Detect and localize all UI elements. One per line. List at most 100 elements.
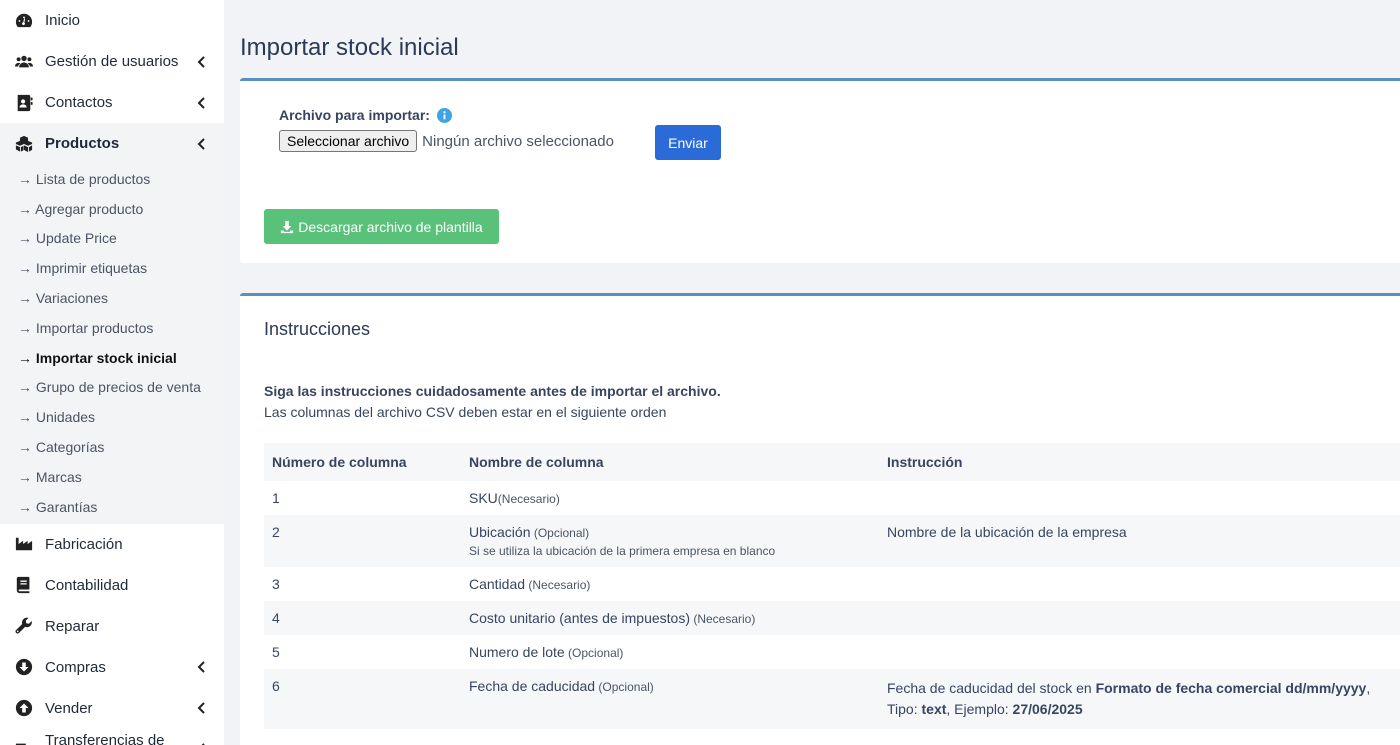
submenu-item[interactable]: → Grupo de precios de venta [0, 373, 224, 403]
cell-number: 2 [264, 515, 461, 567]
submenu-item[interactable]: → Update Price [0, 224, 224, 254]
download-icon [281, 220, 294, 233]
cell-name: Cantidad (Necesario) [461, 567, 879, 601]
book-icon [15, 576, 33, 594]
column-hint: Si se utiliza la ubicación de la primera… [469, 544, 776, 558]
submenu-item[interactable]: → Unidades [0, 402, 224, 432]
table-row: 5 Numero de lote (Opcional) [264, 635, 1400, 669]
table-row: 1 SKU(Necesario) [264, 481, 1400, 515]
cell-instruction [879, 567, 1400, 601]
upload-card: Archivo para importar: Seleccionar archi… [240, 78, 1400, 263]
submenu-item[interactable]: → Agregar producto [0, 194, 224, 224]
sidebar-item-purchases[interactable]: Compras [0, 647, 224, 688]
cell-name: Ubicación (Opcional) Si se utiliza la ubi… [461, 515, 879, 567]
sidebar-item-label: Transferencias de stock [45, 732, 165, 745]
column-name: Cantidad [469, 576, 526, 592]
submenu-item[interactable]: → Garantías [0, 492, 224, 522]
file-label: Archivo para importar: [279, 107, 452, 123]
choose-file-button[interactable]: Seleccionar archivo [279, 130, 418, 152]
sidebar: Inicio Gestión de usuarios Contactos Pro… [0, 0, 224, 745]
industry-icon [15, 535, 33, 553]
table-row: 6 Fecha de caducidad (Opcional) Fecha de… [264, 669, 1400, 729]
cell-name: Costo unitario (antes de impuestos) (Nec… [461, 601, 879, 635]
table-row: 4 Costo unitario (antes de impuestos) (N… [264, 601, 1400, 635]
submit-button[interactable]: Enviar [655, 125, 721, 160]
submenu-item[interactable]: → Imprimir etiquetas [0, 253, 224, 283]
columns-table: Número de columna Nombre de columna Inst… [264, 443, 1400, 729]
chevron-left-icon [196, 701, 206, 715]
sidebar-item-label: Productos [45, 135, 120, 152]
sidebar-item-manufacturing[interactable]: Fabricación [0, 524, 224, 565]
sidebar-item-sell[interactable]: Vender [0, 688, 224, 729]
column-tag: (Opcional) [530, 526, 590, 540]
cell-instruction: Nombre de la ubicación de la empresa [879, 515, 1400, 567]
sidebar-item-label: Contactos [45, 94, 113, 111]
column-name: SKU [469, 490, 498, 506]
submenu-item[interactable]: → Importar productos [0, 313, 224, 343]
sidebar-item-label: Compras [45, 658, 106, 676]
instr-text: , Ejemplo: [946, 701, 1013, 717]
instructions-card: Instrucciones Siga las instrucciones cui… [240, 293, 1400, 745]
cell-name: Fecha de caducidad (Opcional) [461, 669, 879, 729]
table-row: 2 Ubicación (Opcional) Si se utiliza la u… [264, 515, 1400, 567]
column-name: Costo unitario (antes de impuestos) [469, 610, 690, 626]
header-column-name: Nombre de columna [461, 443, 879, 481]
cell-number: 3 [264, 567, 461, 601]
column-tag: (Opcional) [595, 680, 654, 694]
cell-number: 1 [264, 481, 461, 515]
sidebar-item-label: Gestión de usuarios [45, 53, 179, 70]
truck-icon [15, 740, 33, 745]
table-row: 3 Cantidad (Necesario) [264, 567, 1400, 601]
cell-instruction [879, 635, 1400, 669]
submenu-item[interactable]: → Marcas [0, 462, 224, 492]
instructions-title: Instrucciones [264, 319, 371, 339]
sidebar-item-users[interactable]: Gestión de usuarios [0, 41, 224, 82]
sidebar-item-repair[interactable]: Reparar [0, 606, 224, 647]
instructions-text: Las columnas del archivo CSV deben estar… [264, 404, 667, 420]
sidebar-item-accounting[interactable]: Contabilidad [0, 565, 224, 606]
cell-number: 4 [264, 601, 461, 635]
submenu-item[interactable]: → Categorías [0, 432, 224, 462]
products-submenu: → Lista de productos → Agregar producto … [0, 164, 224, 524]
file-input-row: Seleccionar archivo Ningún archivo selec… [279, 130, 614, 152]
column-tag: (Necesario) [525, 578, 591, 592]
submenu-item[interactable]: → Variaciones [0, 283, 224, 313]
submenu-item-current[interactable]: → Importar stock inicial [0, 343, 224, 373]
cell-name: Numero de lote (Opcional) [461, 635, 879, 669]
cell-number: 6 [264, 669, 461, 729]
dashboard-icon [15, 12, 33, 30]
info-icon[interactable] [436, 107, 452, 123]
chevron-left-icon [196, 55, 206, 69]
sidebar-item-stock-transfers[interactable]: Transferencias de stock [0, 729, 224, 745]
sidebar-item-label: Vender [45, 699, 93, 717]
cell-number: 5 [264, 635, 461, 669]
sidebar-item-label: Fabricación [45, 535, 123, 553]
download-template-button[interactable]: Descargar archivo de plantilla [264, 209, 499, 244]
header-instruction: Instrucción [879, 443, 1400, 481]
cubes-icon [15, 135, 33, 153]
sidebar-item-products[interactable]: Productos [0, 123, 224, 164]
arrow-circle-up-icon [15, 699, 33, 717]
cell-instruction: Fecha de caducidad del stock en Formato … [879, 669, 1400, 729]
cell-instruction [879, 481, 1400, 515]
sidebar-item-label: Reparar [45, 617, 100, 635]
column-name: Numero de lote [469, 644, 565, 660]
chevron-left-icon [196, 137, 206, 151]
column-tag: (Necesario) [690, 612, 756, 626]
column-name: Fecha de caducidad [469, 678, 596, 694]
column-tag: (Necesario) [497, 492, 560, 506]
table-header-row: Número de columna Nombre de columna Inst… [264, 443, 1400, 481]
column-tag: (Opcional) [564, 646, 624, 660]
instr-type: text [921, 701, 947, 717]
file-label-text: Archivo para importar: [279, 107, 430, 123]
sidebar-item-contacts[interactable]: Contactos [0, 82, 224, 123]
submenu-item[interactable]: → Lista de productos [0, 164, 224, 194]
page-title: Importar stock inicial [240, 34, 459, 61]
sidebar-item-label: Inicio [45, 12, 81, 29]
instr-example: 27/06/2025 [1012, 701, 1083, 717]
chevron-left-icon [196, 660, 206, 674]
users-icon [15, 53, 33, 71]
sidebar-item-inicio[interactable]: Inicio [0, 0, 224, 41]
cell-name: SKU(Necesario) [461, 481, 879, 515]
instr-format: Formato de fecha comercial dd/mm/yyyy [1095, 680, 1367, 696]
